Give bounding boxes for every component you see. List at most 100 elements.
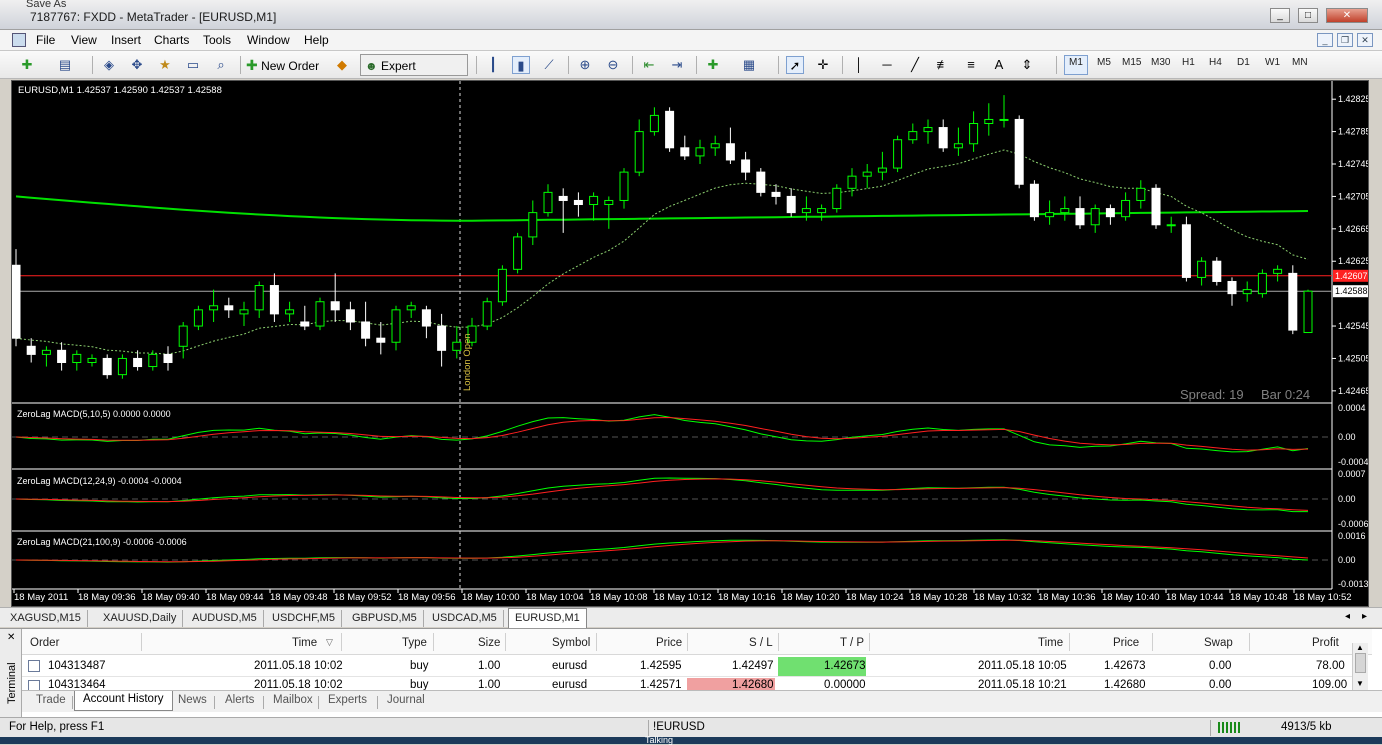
price-tick-label: 1.42785 <box>1338 127 1368 137</box>
candle-body <box>300 321 310 327</box>
equidistant-channel-icon[interactable]: ≢ <box>934 56 952 74</box>
zoom-out-icon[interactable]: ⊖ <box>604 56 622 74</box>
tab-experts[interactable]: Experts <box>328 694 367 706</box>
timeframe-w1[interactable]: W1 <box>1265 57 1280 68</box>
menu-charts[interactable]: Charts <box>154 33 189 47</box>
periods-icon[interactable]: ▦ <box>740 56 758 74</box>
horizontal-line-icon[interactable]: ─ <box>878 56 896 74</box>
autoscroll-icon[interactable]: ⇤ <box>640 56 658 74</box>
mdi-restore-icon[interactable]: ❐ <box>1337 33 1353 47</box>
col-profit[interactable]: Profit <box>1312 637 1339 649</box>
candle-body <box>908 131 918 141</box>
candle-body <box>497 268 507 303</box>
arrows-icon[interactable]: ⇕ <box>1018 56 1036 74</box>
timeframe-h1[interactable]: H1 <box>1182 57 1195 68</box>
tab-account-history[interactable]: Account History <box>74 691 173 711</box>
bar-chart-icon[interactable]: ┃ <box>484 56 502 74</box>
crosshair-icon[interactable]: ✛ <box>814 56 832 74</box>
table-row[interactable]: 104313487 2011.05.18 10:02 buy 1.00 euru… <box>22 656 1362 677</box>
data-window-icon[interactable]: ✥ <box>128 56 146 74</box>
maximize-icon[interactable]: □ <box>1298 8 1318 23</box>
tab-scroll-left-icon[interactable]: ◂ <box>1345 611 1350 622</box>
chart-shift-icon[interactable]: ⇥ <box>668 56 686 74</box>
text-tool-icon[interactable]: A <box>990 56 1008 74</box>
chart-window[interactable]: 1.42825 1.42785 1.42745 1.42705 1.42665 1.426… <box>11 80 1369 607</box>
candle-body <box>999 118 1009 121</box>
timeframe-mn[interactable]: MN <box>1292 57 1308 68</box>
sort-desc-icon[interactable]: ▽ <box>326 637 333 648</box>
tab-journal[interactable]: Journal <box>387 694 425 706</box>
terminal-close-icon[interactable]: ✕ <box>7 632 15 643</box>
cursor-icon[interactable]: ➚ <box>786 56 804 74</box>
close-icon[interactable]: ✕ <box>1326 8 1368 23</box>
autotrading-warning-icon[interactable]: ◆ <box>333 56 351 74</box>
chart-tab-eurusd[interactable]: EURUSD,M1 <box>508 608 587 628</box>
col-symbol[interactable]: Symbol <box>552 637 590 649</box>
menu-file[interactable]: File <box>36 33 55 47</box>
macd-signal-line <box>15 478 1309 511</box>
col-close-price[interactable]: Price <box>1113 637 1139 649</box>
terminal-scrollbar[interactable]: ▲ ▼ <box>1352 643 1368 691</box>
col-tp[interactable]: T / P <box>840 637 864 649</box>
chart-tab-usdchf[interactable]: USDCHF,M5 <box>266 610 342 627</box>
mdi-close-icon[interactable]: ✕ <box>1357 33 1373 47</box>
candle-body <box>786 195 796 214</box>
mdi-minimize-icon[interactable]: _ <box>1317 33 1333 47</box>
timeframe-m30[interactable]: M30 <box>1151 57 1170 68</box>
candle-body <box>406 305 416 311</box>
market-watch-icon[interactable]: ◈ <box>100 56 118 74</box>
menu-tools[interactable]: Tools <box>203 33 231 47</box>
candlestick-icon[interactable]: ▮ <box>512 56 530 74</box>
scroll-down-icon[interactable]: ▼ <box>1356 679 1364 688</box>
indicators-icon[interactable]: ✚ <box>704 56 722 74</box>
new-chart-icon[interactable]: ✚ <box>18 56 36 74</box>
mdi-app-icon[interactable] <box>12 33 26 47</box>
col-order[interactable]: Order <box>30 637 59 649</box>
trendline-icon[interactable]: ╱ <box>906 56 924 74</box>
zoom-in-icon[interactable]: ⊕ <box>576 56 594 74</box>
terminal-icon[interactable]: ▭ <box>184 56 202 74</box>
chart-tab-audusd[interactable]: AUDUSD,M5 <box>186 610 264 627</box>
col-price[interactable]: Price <box>656 637 682 649</box>
timeframe-h4[interactable]: H4 <box>1209 57 1222 68</box>
menu-insert[interactable]: Insert <box>111 33 141 47</box>
line-chart-icon[interactable]: ⟋ <box>540 56 558 74</box>
col-swap[interactable]: Swap <box>1204 637 1233 649</box>
current-price-label: 1.42588 <box>1335 286 1368 296</box>
menu-view[interactable]: View <box>71 33 97 47</box>
tab-scroll-right-icon[interactable]: ▸ <box>1362 611 1367 622</box>
minimize-icon[interactable]: _ <box>1270 8 1290 23</box>
profiles-icon[interactable]: ▤ <box>56 56 74 74</box>
scroll-up-icon[interactable]: ▲ <box>1356 643 1364 652</box>
tab-alerts[interactable]: Alerts <box>225 694 254 706</box>
candle-body <box>376 337 386 343</box>
col-sl[interactable]: S / L <box>749 637 773 649</box>
timeframe-m1[interactable]: M1 <box>1069 57 1083 68</box>
col-size[interactable]: Size <box>478 637 500 649</box>
tab-mailbox[interactable]: Mailbox <box>273 694 313 706</box>
chart-tab-gbpusd[interactable]: GBPUSD,M5 <box>346 610 424 627</box>
chart-tab-usdcad[interactable]: USDCAD,M5 <box>426 610 504 627</box>
menu-window[interactable]: Window <box>247 33 290 47</box>
col-close-time[interactable]: Time <box>1038 637 1063 649</box>
vertical-line-icon[interactable]: │ <box>850 56 868 74</box>
fibonacci-icon[interactable]: ≡ <box>962 56 980 74</box>
tab-news[interactable]: News <box>178 694 207 706</box>
timeframe-d1[interactable]: D1 <box>1237 57 1250 68</box>
timeframe-m15[interactable]: M15 <box>1122 57 1141 68</box>
column-divider <box>141 633 142 651</box>
navigator-icon[interactable]: ★ <box>156 56 174 74</box>
tab-trade[interactable]: Trade <box>36 694 66 706</box>
scrollbar-thumb[interactable] <box>1355 653 1366 673</box>
strategy-tester-icon[interactable]: ⌕ <box>212 56 230 74</box>
candle-body <box>1242 289 1252 295</box>
chart-tab-xauusd[interactable]: XAUUSD,Daily <box>97 610 184 627</box>
col-time[interactable]: Time <box>292 637 317 649</box>
macd-tick-label: 0.00 <box>1338 555 1356 565</box>
timeframe-m5[interactable]: M5 <box>1097 57 1111 68</box>
menu-help[interactable]: Help <box>304 33 329 47</box>
chart-canvas[interactable]: 1.42825 1.42785 1.42745 1.42705 1.42665 1.426… <box>12 81 1368 606</box>
expert-advisors-button[interactable]: ☻ Expert Advisors <box>360 54 468 95</box>
chart-tab-xagusd[interactable]: XAGUSD,M15 <box>4 610 88 627</box>
col-type[interactable]: Type <box>402 637 427 649</box>
